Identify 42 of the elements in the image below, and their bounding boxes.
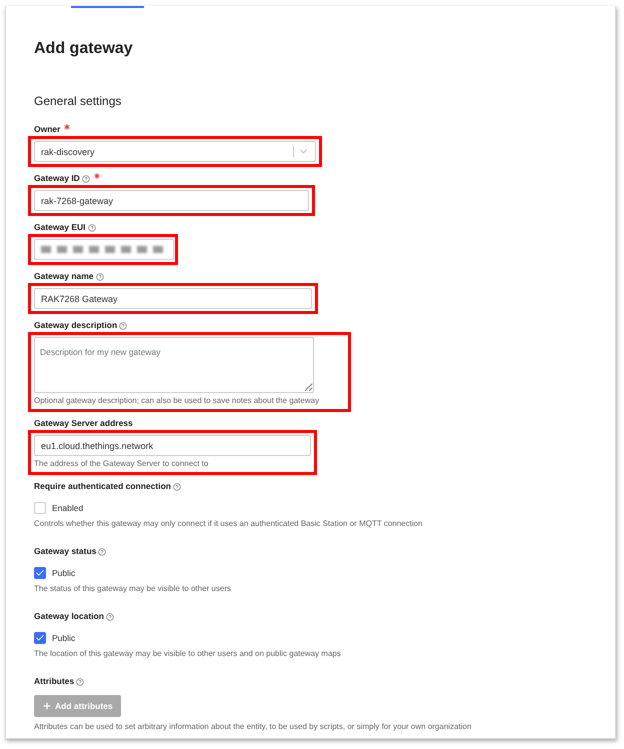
field-label: Gateway ID [34, 173, 80, 184]
field-label: Gateway Server address [34, 418, 133, 429]
checkbox[interactable] [34, 502, 46, 514]
checkbox-label[interactable]: Public [52, 568, 76, 578]
help-text: The status of this gateway may be visible to other users [34, 583, 231, 595]
check-icon [35, 633, 45, 643]
input-field[interactable] [34, 239, 174, 260]
help-text: Attributes can be used to set arbitrary information about the entity, to be used by scripts, or simply for your own organization [34, 721, 472, 733]
field-label: Gateway status [34, 546, 96, 557]
help-icon[interactable] [96, 272, 104, 280]
checkbox-label[interactable]: Public [52, 633, 76, 643]
select-value: rak-discovery [41, 146, 95, 156]
owner-select[interactable]: rak-discovery [34, 141, 316, 162]
field-label: Gateway EUI [34, 222, 86, 233]
help-text: The address of the Gateway Server to connect to [34, 458, 210, 470]
field-label: Owner [34, 124, 60, 135]
field-label: Gateway description [34, 320, 118, 331]
help-icon[interactable] [172, 482, 181, 490]
input-field[interactable]: rak-7268-gateway [34, 190, 309, 211]
help-icon[interactable] [119, 322, 128, 330]
plus-icon [42, 701, 52, 711]
help-icon[interactable] [82, 174, 90, 182]
field-label: Gateway name [34, 271, 94, 282]
checkbox[interactable] [34, 632, 46, 644]
check-icon [35, 568, 45, 578]
input-field[interactable]: RAK7268 Gateway [34, 288, 312, 309]
help-icon[interactable] [106, 612, 114, 620]
section-heading: General settings [34, 94, 122, 108]
field-label: Attributes [34, 676, 74, 687]
checkbox[interactable] [34, 567, 46, 579]
help-text: The location of this gateway may be visible to other users and on public gateway maps [34, 648, 341, 660]
help-icon[interactable] [76, 678, 84, 686]
help-icon[interactable] [88, 224, 96, 232]
help-icon[interactable] [98, 548, 106, 556]
help-text: Controls whether this gateway may only connect if it uses an authenticated Basic Station or MQTT connection [34, 518, 422, 530]
field-label: Require authenticated connection [34, 481, 171, 492]
page-title: Add gateway [34, 40, 134, 58]
input-field[interactable]: eu1.cloud.thethings.network [34, 435, 311, 456]
help-text: Optional gateway description; can also be used to save notes about the gateway [34, 395, 320, 407]
checkbox-label[interactable]: Enabled [52, 503, 84, 513]
field-label: Gateway location [34, 611, 104, 622]
description-textarea[interactable]: Description for my new gateway [34, 337, 314, 393]
